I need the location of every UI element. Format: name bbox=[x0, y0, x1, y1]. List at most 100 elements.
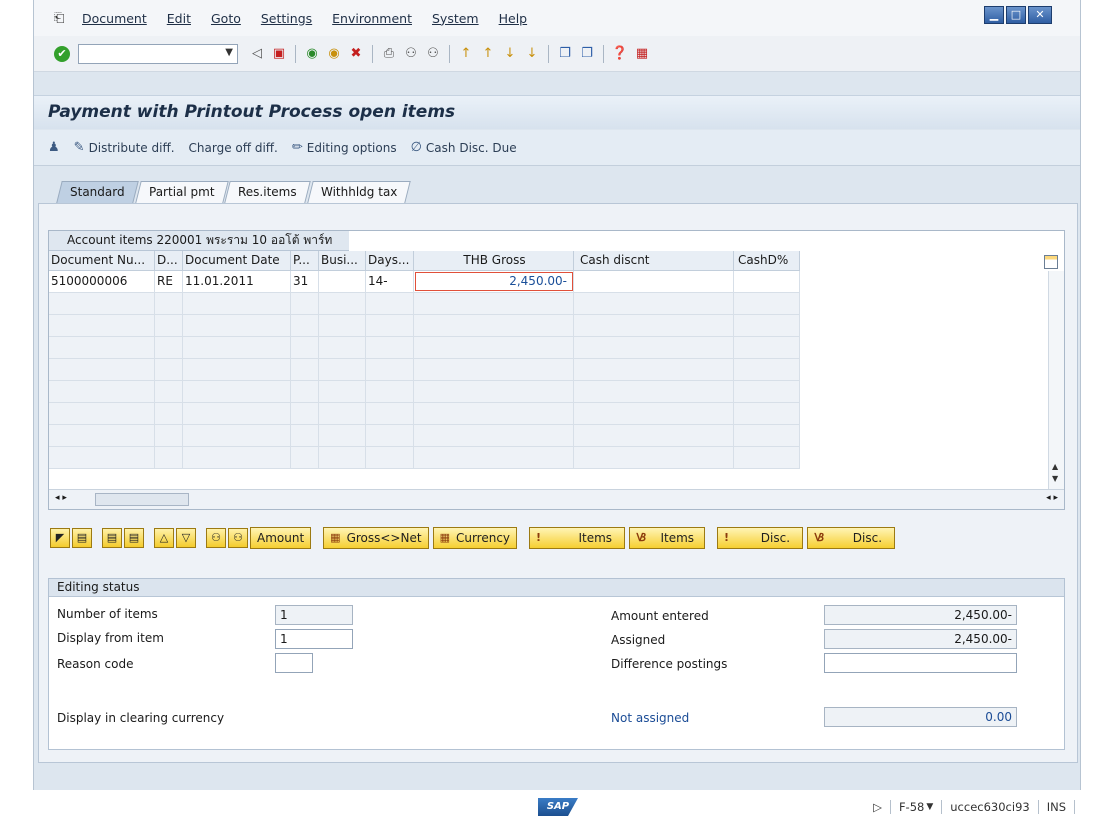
sort-ascending-icon[interactable]: △ bbox=[154, 528, 174, 548]
col-days[interactable]: Days... bbox=[366, 251, 414, 270]
col-business-area[interactable]: Busi... bbox=[319, 251, 366, 270]
display-in-clearing-currency-label[interactable]: Display in clearing currency bbox=[57, 711, 224, 725]
table-row[interactable] bbox=[49, 447, 800, 469]
menu-goto[interactable]: Goto bbox=[211, 11, 241, 26]
activate-disc-button[interactable]: ! Disc. bbox=[717, 527, 804, 549]
last-page-icon[interactable]: ↓ bbox=[523, 45, 541, 63]
scroll-left-right-icon[interactable]: ◂ ▸ bbox=[1046, 493, 1058, 503]
find-icon[interactable]: ⚇ bbox=[402, 45, 420, 63]
distribute-diff-button[interactable]: ✎ Distribute diff. bbox=[74, 140, 175, 155]
tab-partial-pmt[interactable]: Partial pmt bbox=[134, 181, 228, 203]
shortcut-icon[interactable]: ❐ bbox=[578, 45, 596, 63]
cell-days[interactable]: 14- bbox=[366, 271, 414, 292]
col-posting-key[interactable]: P... bbox=[291, 251, 319, 270]
transaction-code[interactable]: F-58 bbox=[899, 800, 924, 814]
tab-standard[interactable]: Standard bbox=[56, 181, 139, 203]
table-row[interactable] bbox=[49, 293, 800, 315]
deactivate-disc-button[interactable]: 🝬 Disc. bbox=[807, 527, 896, 549]
currency-button[interactable]: ▦ Currency bbox=[432, 527, 518, 549]
scroll-left-right-icon[interactable]: ◂ ▸ bbox=[55, 493, 67, 503]
table-row[interactable] bbox=[49, 403, 800, 425]
first-page-icon[interactable]: ↑ bbox=[457, 45, 475, 63]
cell-posting-key[interactable]: 31 bbox=[291, 271, 319, 292]
col-document-number[interactable]: Document Nu... bbox=[49, 251, 155, 270]
table-settings-icon[interactable] bbox=[1044, 255, 1058, 269]
menu-help[interactable]: Help bbox=[499, 11, 528, 26]
maximize-icon[interactable]: □ bbox=[1006, 6, 1026, 24]
minimize-icon[interactable]: ▁ bbox=[984, 6, 1004, 24]
select-all-icon[interactable]: ◤ bbox=[50, 528, 70, 548]
deselect-block-icon[interactable]: ▤ bbox=[124, 528, 144, 548]
col-cash-discount[interactable]: Cash discnt bbox=[574, 251, 734, 270]
display-from-item-input[interactable]: 1 bbox=[275, 629, 353, 649]
vertical-scrollbar[interactable]: ▲ ▼ bbox=[1048, 271, 1064, 489]
find-next-icon[interactable]: ⚇ bbox=[424, 45, 442, 63]
menu-environment[interactable]: Environment bbox=[332, 11, 412, 26]
cell-document-type[interactable]: RE bbox=[155, 271, 183, 292]
menu-edit[interactable]: Edit bbox=[167, 11, 191, 26]
gross-net-button[interactable]: ▦ Gross<>Net bbox=[323, 527, 429, 549]
cash-disc-due-button[interactable]: ∅ Cash Disc. Due bbox=[411, 140, 517, 155]
cell-business-area[interactable] bbox=[319, 271, 366, 292]
back-arrow-icon[interactable]: ◁ bbox=[248, 45, 266, 63]
find-icon[interactable]: ⚇ bbox=[206, 528, 226, 548]
next-page-icon[interactable]: ↓ bbox=[501, 45, 519, 63]
filter-icon[interactable]: ▽ bbox=[176, 528, 196, 548]
help-icon[interactable]: ❓ bbox=[611, 45, 629, 63]
close-icon[interactable]: ✕ bbox=[1028, 6, 1052, 24]
deselect-all-icon[interactable]: ▤ bbox=[72, 528, 92, 548]
menu-document[interactable]: Document bbox=[82, 11, 147, 26]
menu-settings[interactable]: Settings bbox=[261, 11, 312, 26]
table-row[interactable]: 5100000006 RE 11.01.2011 31 14- 2,450.00… bbox=[49, 271, 800, 293]
back-icon[interactable]: ◉ bbox=[303, 45, 321, 63]
col-thb-gross[interactable]: THB Gross bbox=[414, 251, 574, 270]
scroll-thumb[interactable] bbox=[95, 493, 189, 506]
col-document-type[interactable]: D... bbox=[155, 251, 183, 270]
deactivate-icon: 🝬 bbox=[814, 531, 825, 544]
col-cash-discount-pct[interactable]: CashD% bbox=[734, 251, 800, 270]
difference-postings-label: Difference postings bbox=[611, 657, 728, 671]
status-info: ▷ F-58 ▼ uccec630ci93 INS bbox=[873, 800, 1075, 814]
tab-withholding-tax[interactable]: Withhldg tax bbox=[307, 181, 411, 203]
select-person-button[interactable]: ♟ bbox=[48, 140, 60, 155]
reason-code-input[interactable] bbox=[275, 653, 313, 673]
col-document-date[interactable]: Document Date bbox=[183, 251, 291, 270]
exit-icon[interactable]: ◉ bbox=[325, 45, 343, 63]
prev-page-icon[interactable]: ↑ bbox=[479, 45, 497, 63]
cell-thb-gross[interactable]: 2,450.00- bbox=[414, 271, 574, 292]
expand-status-icon[interactable]: ▷ bbox=[873, 800, 882, 814]
scroll-down-icon[interactable]: ▼ bbox=[1052, 474, 1058, 483]
amount-button[interactable]: Amount bbox=[250, 527, 312, 549]
tab-res-items[interactable]: Res.items bbox=[224, 181, 311, 203]
layout-menu-icon[interactable]: ▦ bbox=[633, 45, 651, 63]
deactivate-items-button[interactable]: 🝬 Items bbox=[629, 527, 706, 549]
table-row[interactable] bbox=[49, 381, 800, 403]
activate-items-button[interactable]: ! Items bbox=[529, 527, 626, 549]
cell-document-number[interactable]: 5100000006 bbox=[49, 271, 155, 292]
input-mode[interactable]: INS bbox=[1047, 800, 1066, 814]
chevron-down-icon[interactable]: ▼ bbox=[926, 802, 933, 812]
cancel-icon[interactable]: ✖ bbox=[347, 45, 365, 63]
cell-document-date[interactable]: 11.01.2011 bbox=[183, 271, 291, 292]
editing-options-button[interactable]: ✏ Editing options bbox=[292, 140, 397, 155]
create-session-icon[interactable]: ❐ bbox=[556, 45, 574, 63]
charge-off-diff-button[interactable]: Charge off diff. bbox=[189, 141, 278, 155]
table-row[interactable] bbox=[49, 425, 800, 447]
print-icon[interactable]: ⎙ bbox=[380, 45, 398, 63]
horizontal-scrollbar[interactable]: ◂ ▸ ◂ ▸ bbox=[49, 489, 1064, 509]
enter-check-icon[interactable]: ✔ bbox=[54, 45, 70, 62]
table-row[interactable] bbox=[49, 359, 800, 381]
command-field[interactable]: ▼ bbox=[78, 43, 238, 64]
save-icon[interactable]: ▣ bbox=[270, 45, 288, 63]
system-menu-icon[interactable]: ⎗ bbox=[54, 11, 70, 26]
find-next-icon[interactable]: ⚇ bbox=[228, 528, 248, 548]
scroll-up-icon[interactable]: ▲ bbox=[1052, 462, 1058, 471]
cell-cash-discount[interactable] bbox=[574, 271, 734, 292]
select-block-icon[interactable]: ▤ bbox=[102, 528, 122, 548]
cell-cash-discount-pct[interactable] bbox=[734, 271, 800, 292]
table-row[interactable] bbox=[49, 315, 800, 337]
difference-postings-input[interactable] bbox=[824, 653, 1017, 673]
table-row[interactable] bbox=[49, 337, 800, 359]
chevron-down-icon[interactable]: ▼ bbox=[225, 47, 233, 58]
menu-system[interactable]: System bbox=[432, 11, 479, 26]
